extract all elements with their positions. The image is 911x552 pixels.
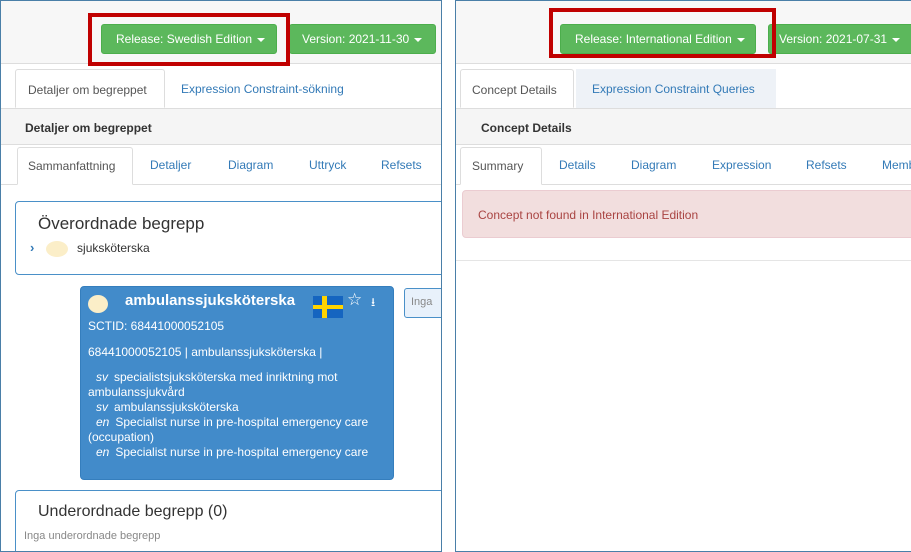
concept-sctid: SCTID: 68441000052105 (88, 319, 225, 333)
main-tabs: Detaljer om begreppet Expression Constra… (1, 69, 441, 109)
lang-code: en (96, 445, 110, 459)
parent-item-label: sjuksköterska (77, 241, 150, 255)
description-text: ambulanssjuksköterska (114, 400, 239, 414)
lang-code: sv (96, 400, 108, 414)
left-top-bar: Release: Swedish Edition Version: 2021-1… (1, 1, 441, 66)
primitive-concept-icon (45, 240, 68, 257)
concept-icon (88, 295, 108, 313)
description-text: Specialist nurse in pre-hospital emergen… (88, 415, 369, 444)
description-item: sv specialistsjuksköterska med inriktning… (88, 370, 390, 400)
right-pane: Release: International Edition Version: … (455, 0, 911, 552)
divider (456, 260, 911, 261)
section-header: Detaljer om begreppet (1, 109, 441, 145)
main-tabs: Concept Details Expression Constraint Qu… (456, 69, 911, 109)
children-empty-text: Inga underordnade begrepp (24, 530, 161, 542)
children-panel: Underordnade begrepp (0) Inga underordna… (15, 490, 441, 551)
description-item: sv ambulanssjuksköterska (88, 400, 390, 415)
subtab-expression[interactable]: Expression (712, 145, 771, 184)
tab-expression-constraint[interactable]: Expression Constraint Queries (576, 69, 776, 108)
tab-concept-details[interactable]: Concept Details (460, 69, 574, 108)
section-header: Concept Details (456, 109, 911, 145)
description-text: Specialist nurse in pre-hospital emergen… (115, 445, 369, 459)
children-side-button[interactable]: Inga (404, 288, 441, 318)
subtab-refsets[interactable]: Refsets (806, 145, 847, 184)
caret-down-icon (892, 37, 901, 42)
tab-expression-constraint[interactable]: Expression Constraint-sökning (181, 69, 344, 108)
subtab-expression[interactable]: Uttryck (309, 145, 346, 184)
highlight-box (549, 8, 776, 58)
highlight-box (88, 13, 290, 66)
descriptions-list: sv specialistsjuksköterska med inriktning… (88, 370, 390, 460)
alert-message: Concept not found in International Editi… (478, 208, 699, 222)
description-text: specialistsjuksköterska med inriktning m… (88, 370, 338, 399)
subtab-diagram[interactable]: Diagram (631, 145, 676, 184)
sub-tabs: Sammanfattning Detaljer Diagram Uttryck … (1, 145, 441, 185)
parent-item[interactable]: › sjuksköterska (30, 240, 150, 257)
focus-concept-card[interactable]: ambulanssjuksköterska ☆ ⭳ SCTID: 6844100… (80, 286, 394, 480)
subtab-summary[interactable]: Sammanfattning (17, 147, 133, 185)
lang-code: sv (96, 370, 108, 384)
right-top-bar: Release: International Edition Version: … (456, 1, 911, 64)
concept-name: ambulanssjuksköterska (125, 292, 296, 309)
version-button-label: Version: 2021-11-30 (302, 32, 410, 46)
version-button-label: Version: 2021-07-31 (779, 32, 888, 46)
download-icon[interactable]: ⭳ (371, 293, 375, 314)
not-found-alert: Concept not found in International Editi… (462, 190, 911, 238)
concept-fsn-line: 68441000052105 | ambulanssjuksköterska | (88, 345, 323, 359)
caret-down-icon (414, 37, 423, 42)
parents-panel: Överordnade begrepp › sjuksköterska (15, 201, 441, 275)
left-pane: Release: Swedish Edition Version: 2021-1… (0, 0, 442, 552)
sub-tabs: Summary Details Diagram Expression Refse… (456, 145, 911, 185)
subtab-details[interactable]: Detaljer (150, 145, 191, 184)
star-icon[interactable]: ☆ (347, 290, 362, 310)
version-button[interactable]: Version: 2021-11-30 (289, 24, 436, 54)
subtab-details[interactable]: Details (559, 145, 596, 184)
subtab-refsets[interactable]: Refsets (381, 145, 422, 184)
description-item: en Specialist nurse in pre-hospital emerg… (88, 445, 390, 460)
parents-title: Överordnade begrepp (38, 214, 205, 233)
lang-code: en (96, 415, 110, 429)
subtab-members[interactable]: Memb (882, 145, 911, 184)
subtab-summary[interactable]: Summary (460, 147, 542, 185)
tab-concept-details[interactable]: Detaljer om begreppet (15, 69, 165, 108)
swedish-flag-icon (313, 296, 343, 318)
description-item: en Specialist nurse in pre-hospital emerg… (88, 415, 390, 445)
subtab-diagram[interactable]: Diagram (228, 145, 273, 184)
children-title: Underordnade begrepp (0) (38, 503, 228, 520)
version-button[interactable]: Version: 2021-07-31 (768, 24, 911, 54)
chevron-right-icon[interactable]: › (30, 240, 34, 255)
